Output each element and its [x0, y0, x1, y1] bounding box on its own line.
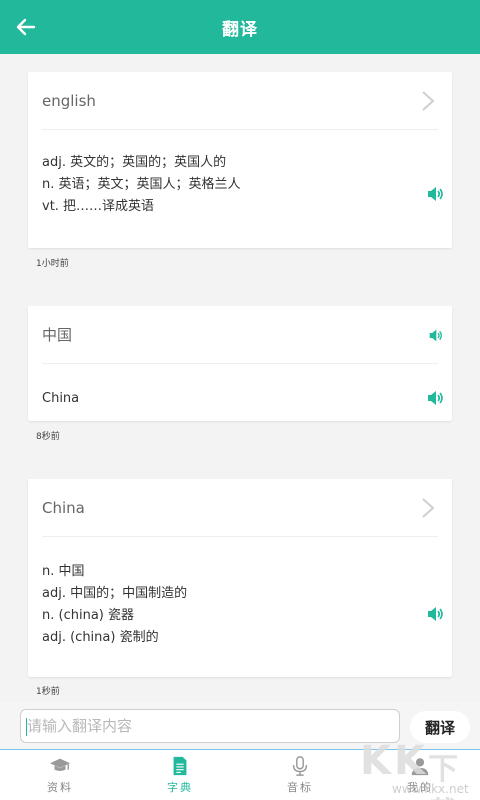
timestamp: 1秒前 — [36, 687, 60, 697]
definition-line: vt. 把……译成英语 — [42, 199, 155, 214]
tab-label: 字典 — [167, 781, 193, 794]
input-box[interactable] — [20, 709, 400, 743]
graduation-cap-icon — [49, 758, 71, 772]
definition-line: n. 中国 — [42, 564, 85, 579]
definition-line: n. 英语；英文；英国人；英格兰人 — [42, 177, 241, 192]
speaker-icon[interactable] — [426, 605, 444, 623]
translation-history-list[interactable]: english adj. 英文的；英国的；英国人的 n. 英语；英文；英国人；英… — [0, 54, 480, 702]
text-cursor — [26, 718, 27, 736]
speaker-icon[interactable] — [426, 389, 444, 407]
definition-line: adj. 中国的；中国制造的 — [42, 586, 188, 601]
translate-button[interactable]: 翻译 — [410, 711, 470, 743]
history-card-english[interactable]: english adj. 英文的；英国的；英国人的 n. 英语；英文；英国人；英… — [28, 72, 452, 248]
speaker-icon[interactable] — [426, 185, 444, 203]
chevron-right-icon[interactable] — [420, 497, 436, 519]
card-header: China — [42, 479, 438, 537]
app-bar: 翻译 — [0, 0, 480, 54]
tab-wode[interactable]: 我的 — [360, 750, 480, 800]
chevron-right-icon[interactable] — [420, 90, 436, 112]
definition-line: China — [42, 391, 80, 406]
tab-label: 音标 — [287, 781, 313, 794]
bottom-tab-bar: 资料 字典 音标 我的 — [0, 750, 480, 800]
tab-ziliao[interactable]: 资料 — [0, 750, 120, 800]
definition-line: n. (china) 瓷器 — [42, 608, 134, 623]
microphone-icon — [292, 756, 308, 776]
definition-line: adj. 英文的；英国的；英国人的 — [42, 155, 227, 170]
source-word: english — [42, 91, 96, 110]
user-icon — [411, 758, 429, 776]
definitions: China — [28, 364, 452, 410]
history-card-china[interactable]: China n. 中国 adj. 中国的；中国制造的 n. (china) 瓷器… — [28, 479, 452, 677]
tab-zidian[interactable]: 字典 — [120, 750, 240, 800]
page-title: 翻译 — [222, 19, 258, 40]
tab-yinbiao[interactable]: 音标 — [240, 750, 360, 800]
source-word: China — [42, 498, 85, 517]
tab-label: 我的 — [407, 781, 433, 794]
arrow-left-icon[interactable] — [14, 15, 38, 39]
translate-input-bar: 翻译 — [0, 702, 480, 750]
card-header: 中国 — [42, 306, 438, 364]
timestamp: 1小时前 — [36, 259, 69, 269]
tab-label: 资料 — [47, 781, 73, 794]
definition-line: adj. (china) 瓷制的 — [42, 630, 159, 645]
definitions: adj. 英文的；英国的；英国人的 n. 英语；英文；英国人；英格兰人 vt. … — [28, 130, 452, 218]
document-icon — [173, 756, 187, 776]
timestamp: 8秒前 — [36, 432, 60, 442]
definitions: n. 中国 adj. 中国的；中国制造的 n. (china) 瓷器 adj. … — [28, 537, 452, 649]
card-header: english — [42, 72, 438, 130]
source-word: 中国 — [42, 326, 73, 344]
history-card-zhongguo[interactable]: 中国 China — [28, 306, 452, 421]
translate-input[interactable] — [21, 710, 399, 742]
speaker-icon[interactable] — [428, 328, 443, 343]
